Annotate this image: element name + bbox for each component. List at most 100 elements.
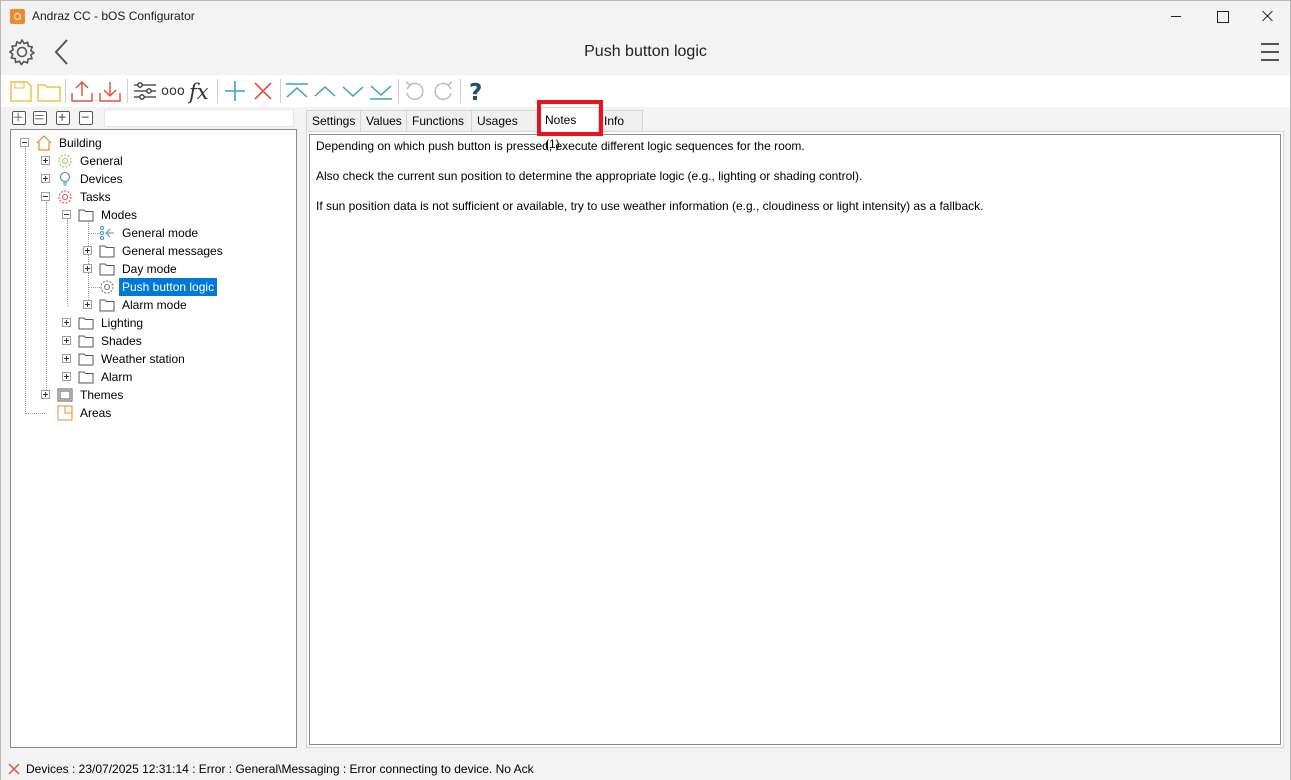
- tree-node-label: General mode: [122, 226, 199, 240]
- collapse-toggle[interactable]: [20, 138, 29, 147]
- tab-functions[interactable]: Functions: [406, 110, 472, 131]
- tree-connector: [67, 220, 68, 306]
- tree-node-label: Alarm mode: [122, 298, 187, 312]
- tree-node-label: Devices: [80, 172, 123, 186]
- expand-toggle[interactable]: [41, 390, 50, 399]
- tree-node-label: Modes: [101, 208, 138, 222]
- toolbar-separator: [65, 79, 66, 103]
- svg-text:fx: fx: [188, 80, 209, 104]
- tab-usages[interactable]: Usages (0): [471, 110, 538, 148]
- tree-node-label: Push button logic: [119, 278, 218, 296]
- collapse-toggle[interactable]: [41, 192, 50, 201]
- toolbar-separator: [127, 79, 128, 103]
- app-logo-icon: [10, 9, 25, 24]
- notes-text-area[interactable]: Depending on which push button is presse…: [309, 134, 1281, 745]
- folder-icon: [78, 371, 94, 384]
- hamburger-menu-icon[interactable]: [1259, 41, 1281, 63]
- collapse-all-icon[interactable]: [33, 111, 47, 125]
- expand-toggle[interactable]: [62, 354, 71, 363]
- tree-node-label: General: [80, 154, 123, 168]
- function-icon[interactable]: fx: [187, 78, 214, 104]
- folder-icon: [99, 245, 115, 258]
- note-line: If sun position data is not sufficient o…: [316, 199, 984, 213]
- gear-icon: [58, 154, 72, 168]
- gear-icon: [100, 280, 114, 294]
- expand-toggle[interactable]: [41, 156, 50, 165]
- svg-text:ooo: ooo: [161, 84, 185, 99]
- expand-all-icon[interactable]: [12, 111, 26, 125]
- toolbar-separator: [217, 79, 218, 103]
- tree-connector: [25, 148, 26, 414]
- settings-sliders-icon[interactable]: [132, 78, 158, 104]
- more-icon[interactable]: ooo: [160, 78, 186, 104]
- move-top-icon[interactable]: [284, 78, 310, 104]
- new-icon[interactable]: [8, 78, 34, 104]
- collapse-icon[interactable]: [79, 111, 93, 125]
- expand-icon[interactable]: [56, 111, 70, 125]
- move-bottom-icon[interactable]: [368, 78, 394, 104]
- error-x-icon: [8, 763, 20, 775]
- folder-icon: [99, 263, 115, 276]
- toolbar-separator: [460, 79, 461, 103]
- expand-toggle[interactable]: [83, 264, 92, 273]
- note-line: Depending on which push button is presse…: [316, 139, 805, 153]
- house-icon: [36, 135, 52, 151]
- tree-tools: [9, 109, 299, 127]
- move-down-icon[interactable]: [340, 78, 366, 104]
- folder-icon: [78, 317, 94, 330]
- tree-node-label: General messages: [122, 244, 223, 258]
- add-icon[interactable]: [222, 78, 248, 104]
- expand-toggle[interactable]: [62, 318, 71, 327]
- upload-icon[interactable]: [69, 78, 95, 104]
- notes-panel: Depending on which push button is presse…: [306, 131, 1284, 748]
- window-title: Andraz CC - bOS Configurator: [32, 9, 195, 23]
- tree-filter-input[interactable]: [104, 109, 294, 127]
- tree-node-label: Day mode: [122, 262, 177, 276]
- header-bar: Push button logic: [1, 31, 1290, 73]
- toolbar: ooo fx ?: [1, 75, 1290, 107]
- task-gear-icon: [58, 190, 72, 204]
- folder-icon: [78, 353, 94, 366]
- tab-values[interactable]: Values: [360, 110, 407, 131]
- tree-connector: [46, 202, 47, 396]
- tree-node-label: Building: [59, 136, 102, 150]
- status-bar: Devices : 23/07/2025 12:31:14 : Error : …: [1, 758, 1290, 780]
- open-icon[interactable]: [36, 78, 62, 104]
- expand-toggle[interactable]: [83, 300, 92, 309]
- close-button[interactable]: [1245, 1, 1291, 31]
- page-title: Push button logic: [584, 43, 707, 60]
- move-up-icon[interactable]: [312, 78, 338, 104]
- tree-node-label: Alarm: [101, 370, 133, 384]
- tree-node-label: Themes: [80, 388, 124, 402]
- title-bar: Andraz CC - bOS Configurator: [1, 1, 1290, 31]
- toolbar-separator: [280, 79, 281, 103]
- areas-icon: [57, 405, 73, 421]
- tree-node-label: Weather station: [101, 352, 185, 366]
- tab-settings[interactable]: Settings: [306, 110, 361, 131]
- expand-toggle[interactable]: [83, 246, 92, 255]
- highlight-box: [537, 100, 603, 136]
- download-icon[interactable]: [97, 78, 123, 104]
- toolbar-separator: [398, 79, 399, 103]
- svg-text:?: ?: [469, 80, 482, 104]
- delete-icon[interactable]: [250, 78, 276, 104]
- maximize-button[interactable]: [1199, 1, 1245, 31]
- tab-info[interactable]: Info: [598, 110, 643, 131]
- expand-toggle[interactable]: [41, 174, 50, 183]
- undo-icon[interactable]: [402, 78, 428, 104]
- object-tree[interactable]: Building General Devices Tasks Modes Gen…: [10, 129, 297, 748]
- folder-icon: [99, 299, 115, 312]
- logic-icon: [100, 226, 114, 240]
- tree-node-label: Tasks: [80, 190, 111, 204]
- tree-connector: [25, 413, 45, 414]
- tree-node-label: Areas: [80, 406, 112, 420]
- expand-toggle[interactable]: [62, 372, 71, 381]
- folder-icon: [78, 335, 94, 348]
- minimize-button[interactable]: [1153, 1, 1199, 31]
- app-window: Andraz CC - bOS Configurator Push button…: [0, 0, 1291, 780]
- collapse-toggle[interactable]: [62, 210, 71, 219]
- help-icon[interactable]: ?: [464, 78, 490, 106]
- redo-icon[interactable]: [430, 78, 456, 104]
- tree-node-label: Shades: [101, 334, 142, 348]
- expand-toggle[interactable]: [62, 336, 71, 345]
